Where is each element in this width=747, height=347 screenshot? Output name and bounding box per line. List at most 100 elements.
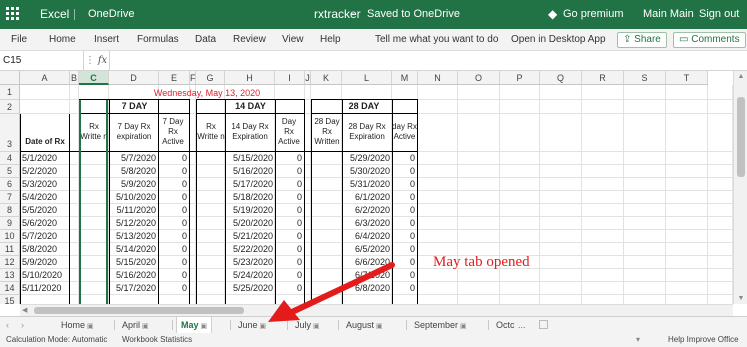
cell-a-14[interactable]: 5/11/2020 (20, 282, 69, 295)
cell-e-8[interactable]: 0 (159, 204, 189, 217)
cell-a-13[interactable]: 5/10/2020 (20, 269, 69, 282)
cell-a-10[interactable]: 5/7/2020 (20, 230, 69, 243)
cell-d-12[interactable]: 5/15/2020 (109, 256, 158, 269)
cell-h-4[interactable]: 5/15/2020 (225, 152, 275, 165)
prev-sheet-icon[interactable]: ‹ (6, 317, 9, 333)
scroll-up-icon[interactable]: ▲ (734, 73, 747, 80)
row-header-15[interactable]: 15 (0, 295, 20, 304)
cell-l-4[interactable]: 5/29/2020 (342, 152, 392, 165)
open-desktop-app-button[interactable]: Open in Desktop App (511, 29, 606, 51)
cell-m-6[interactable]: 0 (392, 178, 417, 191)
menu-formulas[interactable]: Formulas (137, 29, 179, 51)
row-header-14[interactable]: 14 (0, 282, 20, 295)
cell-h-9[interactable]: 5/20/2020 (225, 217, 275, 230)
cell-d-11[interactable]: 5/14/2020 (109, 243, 158, 256)
cell-m-4[interactable]: 0 (392, 152, 417, 165)
cell-l-6[interactable]: 5/31/2020 (342, 178, 392, 191)
column-header-d[interactable]: D (109, 71, 159, 85)
cell-h-8[interactable]: 5/19/2020 (225, 204, 275, 217)
column-header-t[interactable]: T (666, 71, 708, 85)
cell-m-10[interactable]: 0 (392, 230, 417, 243)
row-header-2[interactable]: 2 (0, 100, 20, 114)
cell-i-11[interactable]: 0 (275, 243, 304, 256)
cell-m-11[interactable]: 0 (392, 243, 417, 256)
column-header-m[interactable]: M (392, 71, 418, 85)
cell-d-14[interactable]: 5/17/2020 (109, 282, 158, 295)
column-header-p[interactable]: P (500, 71, 540, 85)
cell-m-14[interactable]: 0 (392, 282, 417, 295)
formula-input[interactable] (112, 51, 732, 71)
cell-e-13[interactable]: 0 (159, 269, 189, 282)
column-header-i[interactable]: I (275, 71, 305, 85)
cell-i-5[interactable]: 0 (275, 165, 304, 178)
add-sheet-icon[interactable] (539, 320, 548, 329)
row-header-9[interactable]: 9 (0, 217, 20, 230)
menu-insert[interactable]: Insert (94, 29, 119, 51)
cell-h-14[interactable]: 5/25/2020 (225, 282, 275, 295)
cell-i-13[interactable]: 0 (275, 269, 304, 282)
tell-me-search[interactable]: Tell me what you want to do (375, 29, 498, 51)
row-header-6[interactable]: 6 (0, 178, 20, 191)
row-header-1[interactable]: 1 (0, 85, 20, 100)
sign-out-link[interactable]: Sign out (699, 0, 739, 29)
cell-a-8[interactable]: 5/5/2020 (20, 204, 69, 217)
onedrive-link[interactable]: OneDrive (88, 0, 134, 29)
workbook-statistics[interactable]: Workbook Statistics (122, 333, 192, 347)
menu-file[interactable]: File (11, 29, 27, 51)
horizontal-scrollbar[interactable]: ◀ (20, 304, 733, 316)
name-box[interactable]: C15 (0, 51, 84, 71)
row-header-13[interactable]: 13 (0, 269, 20, 282)
cell-m-5[interactable]: 0 (392, 165, 417, 178)
cell-h-12[interactable]: 5/23/2020 (225, 256, 275, 269)
cell-h-7[interactable]: 5/18/2020 (225, 191, 275, 204)
vertical-scroll-thumb[interactable] (737, 97, 745, 177)
menu-help[interactable]: Help (320, 29, 341, 51)
row-header-3[interactable]: 3 (0, 114, 20, 152)
column-header-e[interactable]: E (159, 71, 190, 85)
vertical-scrollbar[interactable]: ▲ ▼ (733, 71, 747, 304)
cell-i-14[interactable]: 0 (275, 282, 304, 295)
cell-e-6[interactable]: 0 (159, 178, 189, 191)
cell-d-5[interactable]: 5/8/2020 (109, 165, 158, 178)
cell-l-13[interactable]: 6/7/2020 (342, 269, 392, 282)
cell-a-4[interactable]: 5/1/2020 (20, 152, 69, 165)
column-header-g[interactable]: G (196, 71, 225, 85)
row-header-4[interactable]: 4 (0, 152, 20, 165)
column-header-o[interactable]: O (458, 71, 500, 85)
cell-d-9[interactable]: 5/12/2020 (109, 217, 158, 230)
cell-e-10[interactable]: 0 (159, 230, 189, 243)
column-header-h[interactable]: H (225, 71, 275, 85)
cell-a-6[interactable]: 5/3/2020 (20, 178, 69, 191)
cell-h-10[interactable]: 5/21/2020 (225, 230, 275, 243)
row-header-11[interactable]: 11 (0, 243, 20, 256)
cell-e-12[interactable]: 0 (159, 256, 189, 269)
cell-e-11[interactable]: 0 (159, 243, 189, 256)
row-header-10[interactable]: 10 (0, 230, 20, 243)
cell-i-10[interactable]: 0 (275, 230, 304, 243)
cell-a-5[interactable]: 5/2/2020 (20, 165, 69, 178)
share-button[interactable]: ⇪ Share (617, 32, 667, 48)
app-launcher-icon[interactable] (6, 7, 21, 22)
calculation-mode[interactable]: Calculation Mode: Automatic (6, 333, 107, 347)
column-header-l[interactable]: L (342, 71, 392, 85)
cell-a-7[interactable]: 5/4/2020 (20, 191, 69, 204)
cell-l-12[interactable]: 6/6/2020 (342, 256, 392, 269)
cell-l-10[interactable]: 6/4/2020 (342, 230, 392, 243)
cell-i-12[interactable]: 0 (275, 256, 304, 269)
cell-l-5[interactable]: 5/30/2020 (342, 165, 392, 178)
cell-d-10[interactable]: 5/13/2020 (109, 230, 158, 243)
column-header-q[interactable]: Q (540, 71, 582, 85)
row-header-5[interactable]: 5 (0, 165, 20, 178)
comments-button[interactable]: ▭ Comments (673, 32, 746, 48)
cell-i-8[interactable]: 0 (275, 204, 304, 217)
menu-view[interactable]: View (282, 29, 304, 51)
column-header-a[interactable]: A (20, 71, 70, 85)
help-improve-office-link[interactable]: Help Improve Office (668, 333, 739, 347)
row-header-12[interactable]: 12 (0, 256, 20, 269)
cell-d-8[interactable]: 5/11/2020 (109, 204, 158, 217)
sheet-tab-octc[interactable]: Octc (492, 317, 519, 333)
cell-m-9[interactable]: 0 (392, 217, 417, 230)
cell-d-4[interactable]: 5/7/2020 (109, 152, 158, 165)
diamond-icon[interactable]: ◆ (548, 0, 557, 29)
cell-a-12[interactable]: 5/9/2020 (20, 256, 69, 269)
